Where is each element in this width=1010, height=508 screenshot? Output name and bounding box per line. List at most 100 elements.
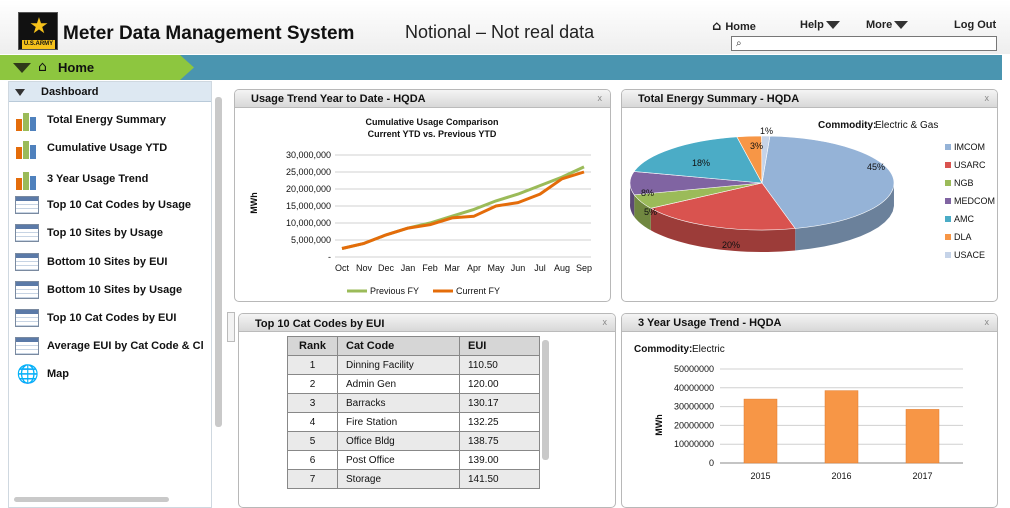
x-tick-label: Jan	[401, 263, 416, 273]
icon-bar	[23, 172, 29, 190]
commodity-label: Commodity:	[634, 344, 692, 355]
close-icon[interactable]: x	[985, 93, 990, 103]
sidebar-item-label: 3 Year Usage Trend	[47, 173, 149, 185]
panel-header[interactable]: Top 10 Cat Codes by EUI x	[239, 314, 615, 332]
logout-link[interactable]: Log Out	[954, 19, 996, 31]
sidebar-item[interactable]: Total Energy Summary	[9, 108, 211, 134]
column-header-eui[interactable]: EUI	[459, 336, 540, 356]
icon-bar	[23, 113, 29, 131]
y-tick-label: 40000000	[674, 383, 714, 393]
panel-title: Total Energy Summary - HQDA	[638, 93, 800, 105]
table-row[interactable]: 2 Admin Gen 120.00	[287, 374, 540, 394]
legend-swatch	[945, 180, 951, 186]
sidebar-item[interactable]: Top 10 Cat Codes by Usage	[9, 193, 211, 219]
icon-bar	[16, 178, 22, 190]
bar	[905, 409, 940, 464]
cat-code-cell: Fire Station	[337, 412, 460, 432]
three-year-trend-panel: 3 Year Usage Trend - HQDA x Commodity: E…	[621, 313, 998, 508]
legend-label: AMC	[954, 214, 975, 224]
sidebar-scrollbar[interactable]	[215, 97, 222, 427]
x-tick-label: Aug	[554, 263, 570, 273]
close-icon[interactable]: x	[603, 317, 608, 327]
table-row[interactable]: 1 Dinning Facility 110.50	[287, 355, 540, 375]
nav-help-label: Help	[800, 19, 824, 31]
panel-resize-handle[interactable]	[227, 312, 235, 342]
y-axis-label: MWh	[249, 192, 259, 214]
breadcrumb-label: Home	[58, 60, 95, 75]
line-chart: Cumulative Usage Comparison Current YTD …	[249, 117, 592, 296]
table-row[interactable]: 6 Post Office 139.00	[287, 450, 540, 470]
sidebar-item[interactable]: Bottom 10 Sites by EUI	[9, 250, 211, 276]
slice-value-label: 45%	[867, 162, 885, 172]
sidebar-horizontal-scrollbar[interactable]	[14, 497, 169, 502]
sidebar-item[interactable]: Bottom 10 Sites by Usage	[9, 278, 211, 304]
table-row[interactable]: 4 Fire Station 132.25	[287, 412, 540, 432]
panel-header[interactable]: Usage Trend Year to Date - HQDA x	[235, 90, 610, 108]
sidebar-item[interactable]: Average EUI by Cat Code & Cl	[9, 334, 211, 360]
table-icon	[15, 224, 39, 242]
close-icon[interactable]: x	[985, 317, 990, 327]
table-row[interactable]: 7 Storage 141.50	[287, 469, 540, 489]
sidebar: Dashboard Total Energy Summary Cumulative…	[8, 81, 212, 508]
sidebar-item[interactable]: 🌐 Map	[9, 362, 211, 388]
table-icon	[15, 281, 39, 299]
search-input[interactable]: ⌕	[731, 36, 997, 51]
sidebar-item-label: Top 10 Sites by Usage	[47, 227, 163, 239]
cat-codes-panel: Top 10 Cat Codes by EUI x Rank Cat Code …	[238, 313, 616, 508]
commodity-value: Electric	[692, 344, 725, 355]
sidebar-item-label: Top 10 Cat Codes by Usage	[47, 199, 192, 211]
legend-swatch	[945, 162, 951, 168]
chart-title: Cumulative Usage Comparison	[365, 117, 498, 127]
rank-cell: 7	[287, 469, 338, 489]
table-row[interactable]: 5 Office Bldg 138.75	[287, 431, 540, 451]
chevron-down-icon	[894, 21, 909, 29]
y-tick-label: 25,000,000	[286, 167, 331, 177]
x-tick-label: Jun	[511, 263, 526, 273]
x-tick-label: 2015	[750, 471, 770, 481]
nav-help-menu[interactable]: Help	[800, 19, 840, 31]
cat-code-cell: Storage	[337, 469, 460, 489]
legend-swatch	[945, 216, 951, 222]
rank-cell: 4	[287, 412, 338, 432]
rank-cell: 6	[287, 450, 338, 470]
sidebar-item[interactable]: Cumulative Usage YTD	[9, 136, 211, 162]
legend-swatch	[945, 144, 951, 150]
sidebar-item-label: Average EUI by Cat Code & Cl	[47, 340, 204, 352]
energy-summary-panel: Total Energy Summary - HQDA x Commodity:…	[621, 89, 998, 302]
table-icon	[15, 253, 39, 271]
panel-header[interactable]: Total Energy Summary - HQDA x	[622, 90, 997, 108]
sidebar-item-label: Cumulative Usage YTD	[47, 142, 168, 154]
legend-label: Previous FY	[370, 286, 419, 296]
sidebar-item[interactable]: Top 10 Cat Codes by EUI	[9, 306, 211, 332]
legend-label: Current FY	[456, 286, 500, 296]
app-header: ★ U.S.ARMY Meter Data Management System …	[0, 0, 1010, 54]
y-tick-label: 15,000,000	[286, 201, 331, 211]
x-tick-label: Apr	[467, 263, 481, 273]
x-tick-label: Dec	[378, 263, 395, 273]
nav-home-link[interactable]: ⌂ Home	[712, 19, 756, 34]
panel-header[interactable]: 3 Year Usage Trend - HQDA x	[622, 314, 997, 332]
column-header-cat-code[interactable]: Cat Code	[337, 336, 460, 356]
close-icon[interactable]: x	[598, 93, 603, 103]
x-tick-label: Oct	[335, 263, 350, 273]
column-header-rank[interactable]: Rank	[287, 336, 338, 356]
globe-icon: 🌐	[16, 364, 40, 385]
table-row[interactable]: 3 Barracks 130.17	[287, 393, 540, 413]
table-scrollbar[interactable]	[542, 340, 549, 460]
sidebar-item[interactable]: Top 10 Sites by Usage	[9, 221, 211, 247]
sidebar-item-label: Map	[47, 368, 69, 380]
y-tick-label: -	[328, 252, 331, 262]
eui-cell: 130.17	[459, 393, 540, 413]
sidebar-item-label: Bottom 10 Sites by Usage	[47, 284, 183, 296]
pie-chart: Commodity: Electric & Gas 45% 20% 5% 8% 18% 3…	[629, 120, 995, 260]
y-tick-label: 20000000	[674, 420, 714, 430]
x-tick-label: Nov	[356, 263, 373, 273]
collapse-icon[interactable]	[13, 63, 31, 73]
chevron-down-icon	[825, 21, 840, 29]
dashboard-section-header[interactable]: Dashboard	[9, 82, 211, 102]
legend-swatch	[945, 234, 951, 240]
notional-banner: Notional – Not real data	[405, 22, 595, 42]
nav-more-menu[interactable]: More	[866, 19, 909, 31]
breadcrumb[interactable]: ⌂ Home	[0, 55, 194, 80]
sidebar-item[interactable]: 3 Year Usage Trend	[9, 167, 211, 193]
